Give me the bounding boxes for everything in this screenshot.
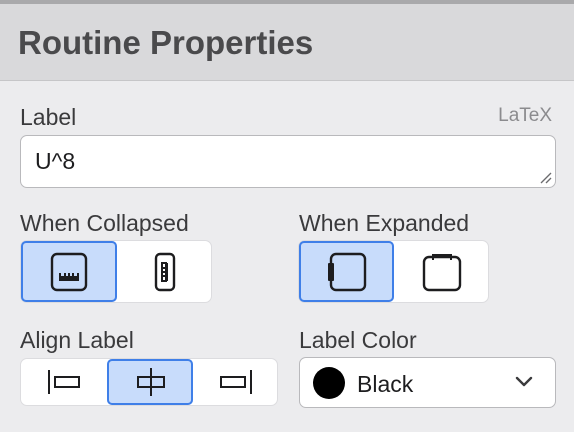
- panel-title: Routine Properties: [18, 24, 314, 61]
- chevron-down-icon: [515, 376, 533, 387]
- collapsed-option-side[interactable]: [117, 241, 211, 302]
- align-label-segmented-control: [20, 358, 278, 406]
- when-collapsed-segmented-control: [20, 240, 212, 303]
- panel-header: Routine Properties: [0, 4, 574, 81]
- expanded-option-left[interactable]: [299, 241, 394, 302]
- latex-badge[interactable]: LaTeX: [498, 105, 552, 127]
- resize-grip-icon[interactable]: [538, 170, 552, 184]
- align-option-left[interactable]: [21, 359, 107, 405]
- label-color-select[interactable]: Black: [299, 357, 556, 408]
- label-input[interactable]: U^8: [20, 135, 556, 188]
- label-color-value: Black: [357, 371, 414, 397]
- expanded-label-top-icon: [422, 253, 461, 291]
- color-swatch: [313, 367, 345, 399]
- collapsed-label-side-icon: [154, 252, 175, 291]
- when-expanded-label: When Expanded: [299, 210, 470, 236]
- align-label-label: Align Label: [20, 327, 134, 353]
- label-input-value[interactable]: U^8: [35, 148, 75, 175]
- collapsed-label-inside-icon: [50, 252, 88, 291]
- when-expanded-segmented-control: [298, 240, 489, 303]
- align-center-icon: [136, 368, 165, 396]
- label-color-label: Label Color: [299, 327, 417, 353]
- align-option-right[interactable]: [193, 359, 277, 405]
- expanded-option-top[interactable]: [394, 241, 488, 302]
- align-option-center[interactable]: [107, 359, 193, 405]
- expanded-label-left-icon: [327, 252, 366, 291]
- collapsed-option-inside[interactable]: [21, 241, 117, 302]
- when-collapsed-label: When Collapsed: [20, 210, 189, 236]
- label-field-label: Label: [20, 104, 77, 130]
- align-right-icon: [219, 370, 252, 394]
- align-left-icon: [48, 370, 80, 394]
